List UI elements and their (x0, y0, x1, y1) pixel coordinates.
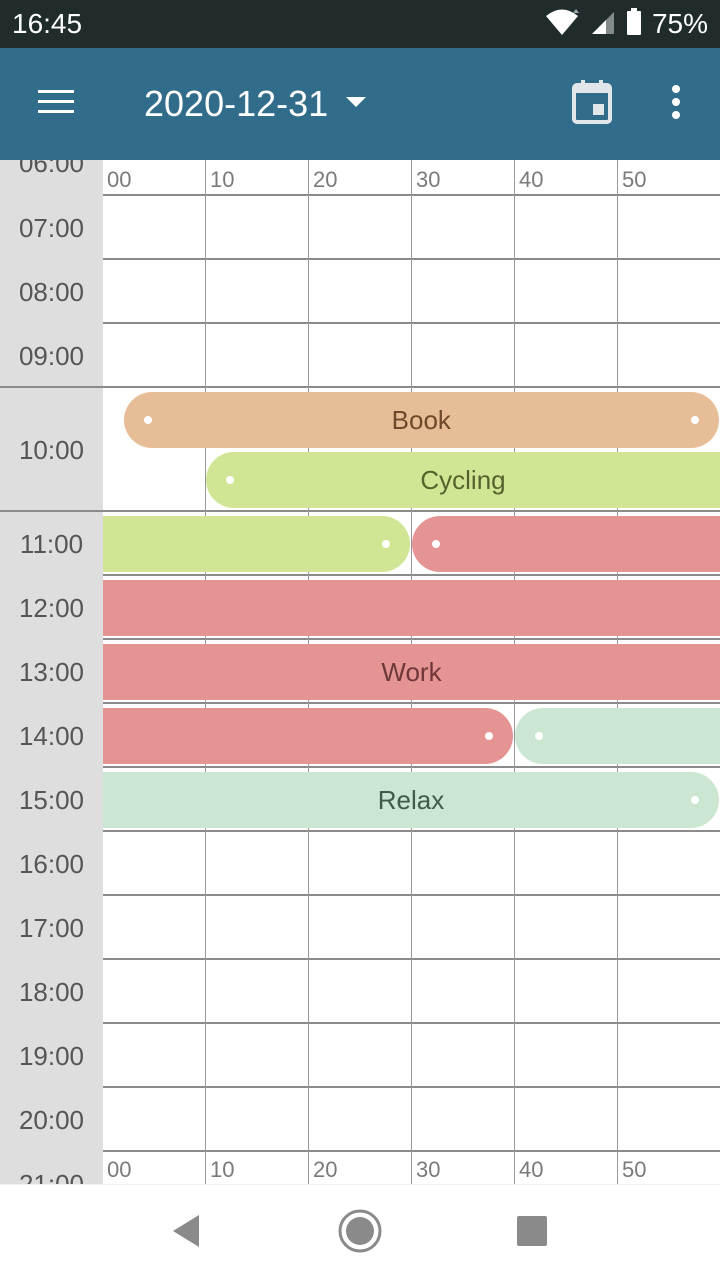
minute-label: 30 (416, 1157, 441, 1182)
minute-label: 40 (519, 1157, 544, 1182)
minute-label: 40 (519, 167, 544, 192)
section-divider (0, 510, 720, 512)
date-selector[interactable]: 2020-12-31 (144, 76, 368, 132)
navigation-bar (0, 1184, 720, 1281)
section-divider (0, 386, 720, 388)
activity-bar-cycling[interactable] (103, 516, 410, 572)
hour-label: 19:00 (18, 1041, 85, 1071)
minute-label: 30 (416, 167, 441, 192)
hour-label: 07:00 (18, 213, 85, 243)
battery-percent: 75% (651, 8, 708, 39)
start-handle[interactable] (143, 416, 152, 424)
minute-label: 50 (622, 1157, 647, 1182)
hour-label: 06:00 (18, 160, 85, 178)
activity-label: Relax (377, 785, 445, 815)
activity-bar-work[interactable] (103, 708, 513, 764)
minute-label: 20 (313, 1157, 338, 1182)
hour-label: 20:00 (18, 1105, 85, 1135)
activity-label: Cycling (420, 465, 506, 495)
start-handle[interactable] (432, 540, 440, 548)
more-options-button[interactable] (652, 78, 700, 130)
status-bar: 16:45 75% (0, 0, 720, 48)
dropdown-arrow-icon (344, 95, 368, 114)
start-handle[interactable] (535, 732, 543, 740)
hour-label: 15:00 (18, 785, 85, 815)
hour-label: 10:00 (18, 435, 85, 465)
hour-label: 14:00 (18, 721, 85, 751)
calendar-icon (572, 79, 612, 129)
hour-label: 13:00 (18, 657, 85, 687)
hour-label: 17:00 (18, 913, 85, 943)
recents-icon (516, 1215, 548, 1252)
back-button[interactable] (156, 1203, 216, 1263)
activity-bar-relax[interactable] (515, 708, 720, 764)
hour-label: 11:00 (19, 529, 84, 559)
back-icon (169, 1213, 203, 1254)
status-time: 16:45 (12, 8, 83, 39)
home-button[interactable] (330, 1203, 390, 1263)
hour-label: 12:00 (18, 593, 85, 623)
hour-label: 21:00 (18, 1169, 85, 1184)
start-handle[interactable] (226, 476, 234, 484)
minute-label: 10 (210, 167, 235, 192)
minute-label: 00 (107, 167, 132, 192)
calendar-button[interactable] (564, 78, 620, 130)
minute-label: 50 (622, 167, 647, 192)
minute-label: 20 (313, 167, 338, 192)
timeline-grid[interactable]: 00 10 20 30 40 50 00 10 20 30 40 50 06:0… (0, 160, 720, 1184)
menu-button[interactable] (24, 78, 88, 130)
hour-label: 09:00 (18, 341, 85, 371)
end-handle[interactable] (691, 796, 699, 804)
recents-button[interactable] (502, 1203, 562, 1263)
end-handle[interactable] (382, 540, 390, 548)
more-vert-icon (670, 84, 682, 125)
app-bar: 2020-12-31 (0, 48, 720, 160)
activity-bar-work[interactable] (412, 516, 720, 572)
minute-label: 10 (210, 1157, 235, 1182)
activity-bar-work[interactable] (103, 580, 720, 636)
minute-label: 00 (107, 1157, 132, 1182)
hour-label: 16:00 (18, 849, 85, 879)
hour-label: 18:00 (18, 977, 85, 1007)
home-icon (337, 1208, 383, 1259)
battery-icon (626, 7, 642, 41)
hour-label: 08:00 (18, 277, 85, 307)
end-handle[interactable] (690, 416, 699, 424)
wifi-icon (544, 7, 580, 42)
activity-label: Book (391, 405, 451, 435)
end-handle[interactable] (485, 732, 493, 740)
activity-label: Work (381, 657, 442, 687)
status-icons: 75% (544, 7, 708, 42)
menu-icon (36, 88, 76, 121)
date-label: 2020-12-31 (144, 83, 329, 124)
cell-signal-icon (590, 8, 616, 41)
